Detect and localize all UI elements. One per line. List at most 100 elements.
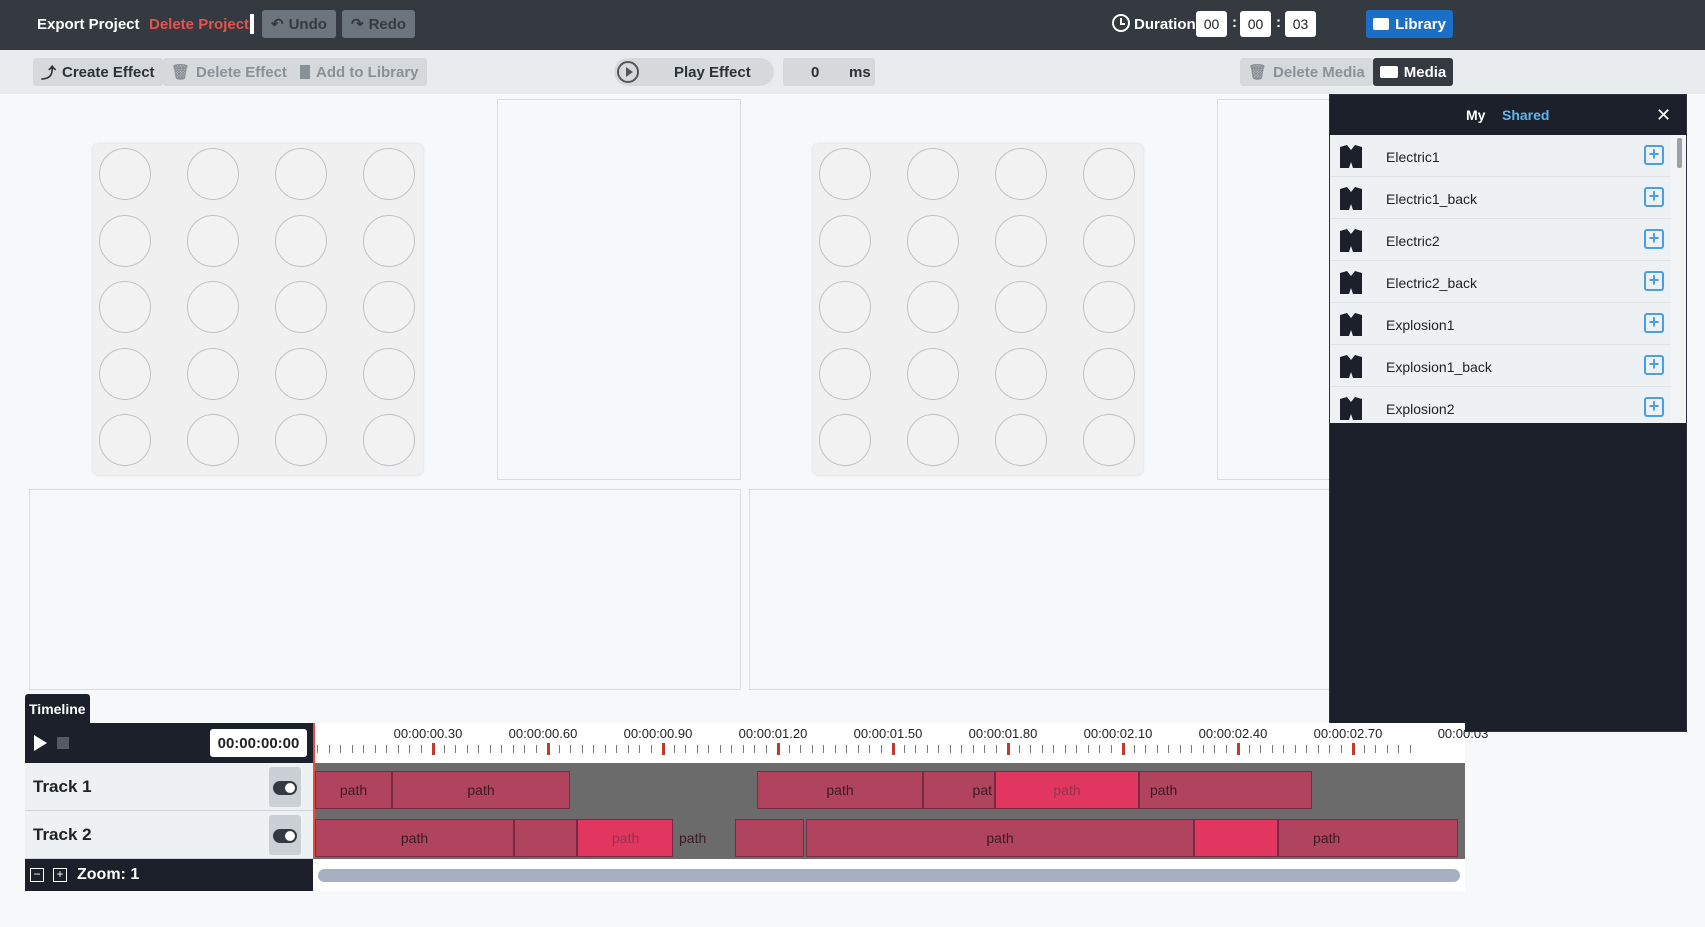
actuator-cell[interactable] xyxy=(995,214,1047,267)
actuator-cell[interactable] xyxy=(907,281,959,333)
timeline-tab[interactable]: Timeline xyxy=(25,694,90,724)
actuator-cell[interactable] xyxy=(99,414,151,466)
media-label: Media xyxy=(1403,63,1447,81)
add-icon[interactable]: + xyxy=(1644,145,1664,165)
playhead[interactable] xyxy=(313,723,315,858)
actuator-cell[interactable] xyxy=(99,347,151,400)
add-icon[interactable]: + xyxy=(1644,313,1664,333)
clip[interactable] xyxy=(514,819,577,857)
clip[interactable]: pat xyxy=(923,771,995,809)
ms-input-group: 0 ms xyxy=(783,58,875,86)
actuator-cell[interactable] xyxy=(99,214,151,267)
actuator-cell[interactable] xyxy=(99,281,151,333)
actuator-cell[interactable] xyxy=(363,414,415,466)
clip[interactable]: path xyxy=(757,771,923,809)
ms-input[interactable]: 0 xyxy=(811,64,819,81)
actuator-cell[interactable] xyxy=(187,281,239,333)
create-effect-button[interactable]: ⤴ Create Effect xyxy=(33,58,163,86)
clip[interactable]: path xyxy=(315,771,392,809)
media-item[interactable]: Electric1_back + xyxy=(1330,177,1671,219)
clip[interactable]: path xyxy=(392,771,570,809)
tab-my[interactable]: My xyxy=(1466,107,1485,123)
stop-icon[interactable] xyxy=(57,737,69,749)
actuator-cell[interactable] xyxy=(363,148,415,200)
actuator-cell[interactable] xyxy=(187,214,239,267)
actuator-cell[interactable] xyxy=(1083,214,1135,267)
actuator-cell[interactable] xyxy=(275,281,327,333)
delete-media-button[interactable]: 🗑 Delete Media xyxy=(1240,58,1373,86)
duration-hours-input[interactable]: 00 xyxy=(1196,11,1227,37)
duration-minutes-input[interactable]: 00 xyxy=(1240,11,1271,37)
actuator-cell[interactable] xyxy=(907,214,959,267)
actuator-cell[interactable] xyxy=(187,414,239,466)
delete-effect-button[interactable]: 🗑 Delete Effect xyxy=(163,58,295,86)
clip[interactable]: path xyxy=(806,819,1194,857)
actuator-cell[interactable] xyxy=(907,148,959,200)
add-icon[interactable]: + xyxy=(1644,271,1664,291)
close-icon[interactable]: ✕ xyxy=(1656,105,1671,126)
actuator-cell[interactable] xyxy=(1083,414,1135,466)
redo-button[interactable]: ↷ Redo xyxy=(342,10,416,38)
track-toggle[interactable] xyxy=(269,767,301,807)
actuator-cell[interactable] xyxy=(187,347,239,400)
actuator-cell[interactable] xyxy=(1083,347,1135,400)
actuator-cell[interactable] xyxy=(819,414,871,466)
actuator-cell[interactable] xyxy=(275,414,327,466)
media-item[interactable]: Explosion1_back + xyxy=(1330,345,1671,387)
actuator-cell[interactable] xyxy=(995,414,1047,466)
play-effect-button[interactable]: Play Effect xyxy=(614,58,774,86)
media-scrollbar[interactable] xyxy=(1677,138,1682,168)
clip[interactable] xyxy=(735,819,804,857)
clip[interactable]: path xyxy=(1139,771,1312,809)
actuator-cell[interactable] xyxy=(995,148,1047,200)
actuator-cell[interactable] xyxy=(907,414,959,466)
clip[interactable]: path xyxy=(315,819,514,857)
actuator-cell[interactable] xyxy=(187,148,239,200)
clip[interactable]: path xyxy=(995,771,1139,809)
media-item[interactable]: Electric2 + xyxy=(1330,219,1671,261)
actuator-cell[interactable] xyxy=(363,347,415,400)
track-toggle[interactable] xyxy=(269,815,301,855)
duration-seconds-input[interactable]: 03 xyxy=(1285,11,1316,37)
undo-button[interactable]: ↶ Undo xyxy=(262,10,336,38)
zoom-in-icon[interactable]: + xyxy=(53,868,67,882)
actuator-cell[interactable] xyxy=(363,214,415,267)
clip[interactable]: path xyxy=(577,819,673,857)
media-item[interactable]: Explosion2 + xyxy=(1330,387,1671,423)
add-to-library-button[interactable]: Add to Library xyxy=(292,58,427,86)
actuator-cell[interactable] xyxy=(363,281,415,333)
library-label: Library xyxy=(1395,15,1446,33)
actuator-cell[interactable] xyxy=(1083,281,1135,333)
timeline-ruler[interactable]: 00:00:00.30 00:00:00.60 00:00:00.90 00:00:0… xyxy=(313,723,1488,763)
ruler-tick xyxy=(420,745,422,753)
actuator-cell[interactable] xyxy=(995,281,1047,333)
zoom-out-icon[interactable]: − xyxy=(30,868,44,882)
actuator-cell[interactable] xyxy=(819,148,871,200)
add-icon[interactable]: + xyxy=(1644,355,1664,375)
clip[interactable]: path xyxy=(1278,819,1458,857)
export-project-button[interactable]: Export Project xyxy=(37,16,140,33)
actuator-cell[interactable] xyxy=(995,347,1047,400)
actuator-cell[interactable] xyxy=(275,347,327,400)
actuator-cell[interactable] xyxy=(819,214,871,267)
timeline-scrollbar-thumb[interactable] xyxy=(318,869,1460,882)
actuator-cell[interactable] xyxy=(819,347,871,400)
play-icon[interactable] xyxy=(34,735,47,751)
delete-project-button[interactable]: Delete Project xyxy=(149,16,249,33)
actuator-cell[interactable] xyxy=(99,148,151,200)
media-item[interactable]: Electric2_back + xyxy=(1330,261,1671,303)
media-button[interactable]: Media xyxy=(1373,58,1453,86)
actuator-cell[interactable] xyxy=(907,347,959,400)
library-button[interactable]: Library xyxy=(1366,10,1453,38)
actuator-cell[interactable] xyxy=(819,281,871,333)
tab-shared[interactable]: Shared xyxy=(1502,107,1549,123)
clip[interactable] xyxy=(1194,819,1278,857)
media-item[interactable]: Explosion1 + xyxy=(1330,303,1671,345)
actuator-cell[interactable] xyxy=(1083,148,1135,200)
media-item[interactable]: Electric1 + xyxy=(1330,135,1671,177)
add-icon[interactable]: + xyxy=(1644,397,1664,417)
add-icon[interactable]: + xyxy=(1644,187,1664,207)
actuator-cell[interactable] xyxy=(275,214,327,267)
add-icon[interactable]: + xyxy=(1644,229,1664,249)
actuator-cell[interactable] xyxy=(275,148,327,200)
